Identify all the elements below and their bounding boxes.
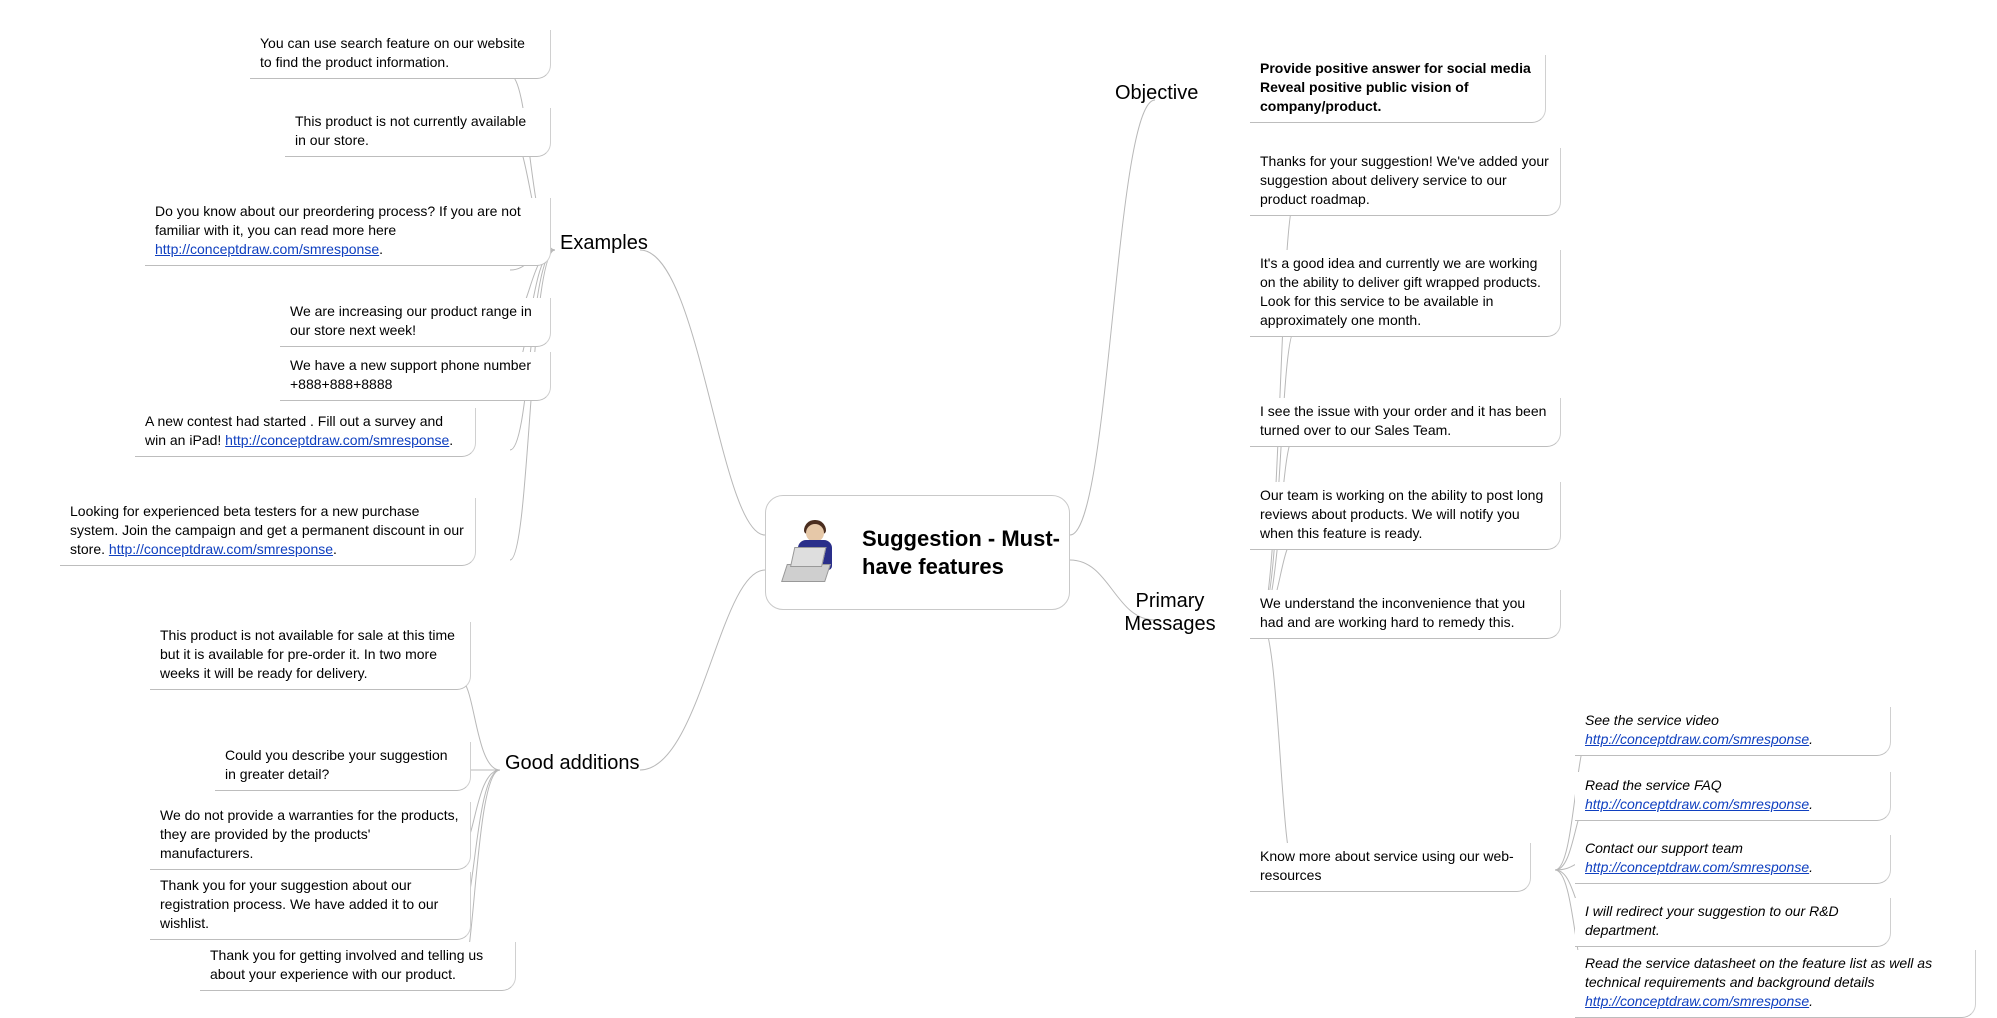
node-link[interactable]: http://conceptdraw.com/smresponse (1585, 796, 1809, 812)
primary-messages-item: It's a good idea and currently we are wo… (1250, 250, 1561, 337)
node-text: Could you describe your suggestion in gr… (225, 747, 448, 782)
good-additions-item: We do not provide a warranties for the p… (150, 802, 471, 870)
examples-item: You can use search feature on our websit… (250, 30, 551, 79)
good-additions-item: Thank you for your suggestion about our … (150, 872, 471, 940)
node-text: We do not provide a warranties for the p… (160, 807, 459, 861)
good-additions-item: Thank you for getting involved and telli… (200, 942, 516, 991)
node-link[interactable]: http://conceptdraw.com/smresponse (1585, 731, 1809, 747)
examples-item: Looking for experienced beta testers for… (60, 498, 476, 566)
node-text: Our team is working on the ability to po… (1260, 487, 1543, 541)
node-text: Read the service datasheet on the featur… (1585, 955, 1932, 990)
mindmap-center: Suggestion - Must-have features (765, 495, 1070, 610)
node-link[interactable]: http://conceptdraw.com/smresponse (225, 432, 449, 448)
examples-item: We are increasing our product range in o… (280, 298, 551, 347)
primary-messages-item: Thanks for your suggestion! We've added … (1250, 148, 1561, 216)
examples-item: A new contest had started . Fill out a s… (135, 408, 476, 457)
node-text: Reveal positive public vision of company… (1260, 78, 1535, 116)
examples-item: We have a new support phone number +888+… (280, 352, 551, 401)
node-text: Thank you for getting involved and telli… (210, 947, 483, 982)
node-text: Read the service FAQ (1585, 777, 1722, 793)
node-text: Contact our support team (1585, 840, 1743, 856)
node-text: We understand the inconvenience that you… (1260, 595, 1525, 630)
primary-messages-item-web-resources: Know more about service using our web-re… (1250, 843, 1531, 892)
web-resources-item: Contact our support team http://conceptd… (1575, 835, 1891, 884)
node-text: Thank you for your suggestion about our … (160, 877, 438, 931)
branch-objective: Objective (1115, 82, 1198, 105)
node-text: You can use search feature on our websit… (260, 35, 525, 70)
node-text: We are increasing our product range in o… (290, 303, 532, 338)
node-text: Know more about service using our web-re… (1260, 848, 1514, 883)
branch-good-additions: Good additions (505, 752, 640, 775)
primary-messages-item: We understand the inconvenience that you… (1250, 590, 1561, 639)
node-text: This product is not available for sale a… (160, 627, 455, 681)
web-resources-item: Read the service FAQ http://conceptdraw.… (1575, 772, 1891, 821)
node-text: It's a good idea and currently we are wo… (1260, 255, 1541, 328)
primary-messages-item: I see the issue with your order and it h… (1250, 398, 1561, 447)
good-additions-item: This product is not available for sale a… (150, 622, 471, 690)
node-text: Provide positive answer for social media (1260, 59, 1535, 78)
node-link[interactable]: http://conceptdraw.com/smresponse (1585, 993, 1809, 1009)
branch-examples: Examples (560, 232, 648, 255)
node-link[interactable]: http://conceptdraw.com/smresponse (109, 541, 333, 557)
web-resources-item: I will redirect your suggestion to our R… (1575, 898, 1891, 947)
center-title: Suggestion - Must-have features (862, 525, 1069, 580)
node-text: Do you know about our preordering proces… (155, 203, 521, 238)
node-text: We have a new support phone number +888+… (290, 357, 531, 392)
good-additions-item: Could you describe your suggestion in gr… (215, 742, 471, 791)
primary-messages-item: Our team is working on the ability to po… (1250, 482, 1561, 550)
node-text: This product is not currently available … (295, 113, 526, 148)
web-resources-item: See the service video http://conceptdraw… (1575, 707, 1891, 756)
branch-primary-messages: Primary Messages (1115, 590, 1225, 636)
objective-item: Provide positive answer for social media… (1250, 55, 1546, 123)
node-text: Thanks for your suggestion! We've added … (1260, 153, 1549, 207)
node-text: I see the issue with your order and it h… (1260, 403, 1546, 438)
person-laptop-icon (778, 518, 848, 588)
node-link[interactable]: http://conceptdraw.com/smresponse (1585, 859, 1809, 875)
node-text: I will redirect your suggestion to our R… (1585, 903, 1839, 938)
examples-item: Do you know about our preordering proces… (145, 198, 551, 266)
node-link[interactable]: http://conceptdraw.com/smresponse (155, 241, 379, 257)
node-text: See the service video (1585, 712, 1719, 728)
examples-item: This product is not currently available … (285, 108, 551, 157)
